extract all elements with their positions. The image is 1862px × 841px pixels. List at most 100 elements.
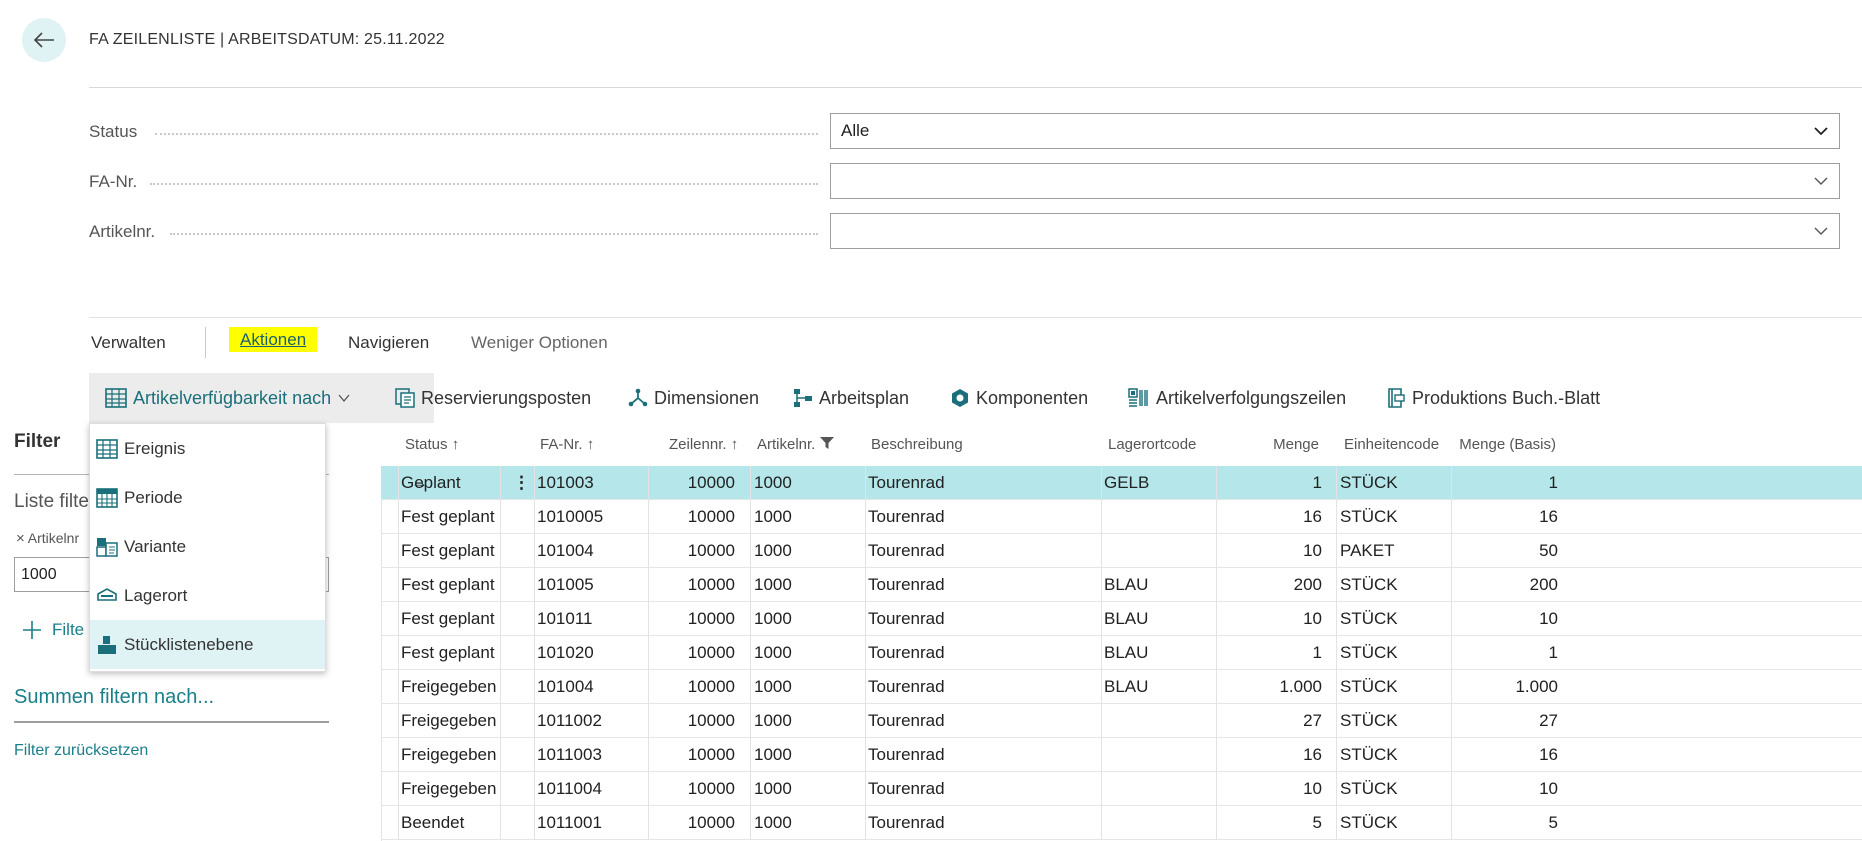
close-icon[interactable]: × <box>16 530 25 547</box>
cell-einheitencode: STÜCK <box>1340 643 1398 662</box>
column-divider <box>648 738 649 772</box>
column-divider <box>1451 704 1452 738</box>
reservierungsposten-button[interactable]: Reservierungsposten <box>395 373 591 423</box>
column-divider <box>1101 602 1102 636</box>
artikelverfuegbarkeit-label: Artikelverfügbarkeit nach <box>133 387 332 408</box>
sums-filter-link[interactable]: Summen filtern nach... <box>14 686 214 709</box>
komponenten-button[interactable]: Komponenten <box>950 373 1088 423</box>
cell-beschreibung: Tourenrad <box>868 643 945 662</box>
cell-fa-nr: 101004 <box>537 677 594 696</box>
table-row[interactable]: Freigegeben 1011003 10000 1000 Tourenrad 16 ST… <box>381 738 1862 772</box>
chevron-down-icon <box>1814 177 1828 185</box>
back-button[interactable] <box>22 18 66 62</box>
col-header-menge-basis[interactable]: Menge (Basis) <box>1430 436 1556 453</box>
column-divider <box>750 602 751 636</box>
sort-asc-icon: ↑ <box>586 436 595 453</box>
tab-aktionen[interactable]: Aktionen <box>229 327 318 352</box>
menu-item-lagerort[interactable]: Lagerort <box>90 571 325 620</box>
cell-artikelnr: 1000 <box>754 473 792 492</box>
column-divider <box>1336 670 1337 704</box>
column-divider <box>1451 534 1452 568</box>
cell-fa-nr: 101020 <box>537 643 594 662</box>
cell-zeilennr: 10000 <box>687 779 735 798</box>
cell-artikelnr: 1000 <box>754 711 792 730</box>
tab-verwalten[interactable]: Verwalten <box>91 333 166 353</box>
status-dots <box>155 133 818 135</box>
menu-item-variante[interactable]: Variante <box>90 522 325 571</box>
cell-beschreibung: Tourenrad <box>868 609 945 628</box>
table-row[interactable]: Fest geplant 101011 10000 1000 Tourenrad BLAU… <box>381 602 1862 636</box>
action-bar: Artikelverfügbarkeit nach Reservierungsp… <box>89 373 1862 423</box>
tab-weniger-optionen[interactable]: Weniger Optionen <box>471 333 608 353</box>
cell-lagerortcode: GELB <box>1104 473 1150 492</box>
column-divider <box>750 534 751 568</box>
column-divider <box>534 806 535 840</box>
menu-item-periode[interactable]: Periode <box>90 473 325 522</box>
cell-zeilennr: 10000 <box>687 541 735 560</box>
col-header-einheitencode[interactable]: Einheitencode <box>1344 436 1439 453</box>
cell-status: Fest geplant <box>401 575 495 594</box>
cell-einheitencode: STÜCK <box>1340 745 1398 764</box>
dimensionen-button[interactable]: Dimensionen <box>628 373 759 423</box>
cell-status: Fest geplant <box>401 643 495 662</box>
table-row[interactable]: Beendet 1011001 10000 1000 Tourenrad 5 STÜCK 5 <box>381 806 1862 840</box>
cell-lagerortcode <box>1104 500 1214 534</box>
menu-item-label: Ereignis <box>124 438 186 458</box>
col-header-status[interactable]: Status ↑ <box>405 436 459 453</box>
cell-zeilennr: 10000 <box>687 677 735 696</box>
menu-item-ereignis[interactable]: Ereignis <box>90 424 325 473</box>
add-filter-button[interactable]: Filte <box>22 620 84 640</box>
column-divider <box>648 500 649 534</box>
cell-einheitencode: STÜCK <box>1340 813 1398 832</box>
cell-einheitencode: STÜCK <box>1340 779 1398 798</box>
menu-item-stuecklistenebene[interactable]: Stücklistenebene <box>90 620 325 669</box>
tab-separator <box>205 327 206 358</box>
col-header-lagerortcode[interactable]: Lagerortcode <box>1108 436 1196 453</box>
cell-menge: 200 <box>1293 575 1322 594</box>
cell-menge: 1 <box>1312 643 1322 662</box>
table-row[interactable]: Fest geplant 101005 10000 1000 Tourenrad BLAU… <box>381 568 1862 602</box>
artikelverfuegbarkeit-button[interactable]: Artikelverfügbarkeit nach <box>89 373 434 423</box>
fa-nr-select[interactable] <box>830 163 1840 199</box>
col-header-label: Zeilennr. <box>669 436 727 453</box>
table-row[interactable]: Fest geplant 1010005 10000 1000 Tourenrad 16 S… <box>381 500 1862 534</box>
produktions-buchblatt-button[interactable]: Produktions Buch.-Blatt <box>1386 373 1600 423</box>
table-row[interactable]: Freigegeben 1011002 10000 1000 Tourenrad 27 ST… <box>381 704 1862 738</box>
column-divider <box>1451 466 1452 500</box>
cell-einheitencode: STÜCK <box>1340 677 1398 696</box>
column-divider <box>1451 568 1452 602</box>
column-divider <box>865 738 866 772</box>
status-value: Alle <box>841 121 870 140</box>
table-row[interactable]: Freigegeben 1011004 10000 1000 Tourenrad 10 ST… <box>381 772 1862 806</box>
col-header-zeilennr[interactable]: Zeilennr. ↑ <box>669 436 738 453</box>
bom-level-icon <box>98 635 116 654</box>
table-row[interactable]: Fest geplant 101020 10000 1000 Tourenrad BLAU… <box>381 636 1862 670</box>
artikelnr-select[interactable] <box>830 213 1840 249</box>
column-divider <box>534 670 535 704</box>
column-divider <box>865 602 866 636</box>
dimensions-icon <box>628 388 648 407</box>
column-divider <box>1336 466 1337 500</box>
table-row[interactable]: → ⋮ Geplant 101003 10000 1000 Tourenrad GELB 1 ST… <box>381 466 1862 500</box>
cell-zeilennr: 10000 <box>687 643 735 662</box>
table-row[interactable]: Fest geplant 101004 10000 1000 Tourenrad 10 PA… <box>381 534 1862 568</box>
cell-fa-nr: 1011003 <box>537 745 602 764</box>
reset-filter-link[interactable]: Filter zurücksetzen <box>14 742 148 760</box>
col-header-menge[interactable]: Menge <box>1259 436 1319 453</box>
tab-navigieren[interactable]: Navigieren <box>348 333 429 353</box>
artikelverfolgungszeilen-button[interactable]: Artikelverfolgungszeilen <box>1128 373 1346 423</box>
divider <box>89 317 1862 318</box>
table-row[interactable]: Freigegeben 101004 10000 1000 Tourenrad BLAU 1… <box>381 670 1862 704</box>
column-divider <box>398 636 399 670</box>
column-divider <box>1451 806 1452 840</box>
cell-einheitencode: PAKET <box>1340 541 1395 560</box>
column-divider <box>534 466 535 500</box>
col-header-beschreibung[interactable]: Beschreibung <box>871 436 963 453</box>
filter-chip[interactable]: × Artikelnr <box>16 530 79 547</box>
col-header-artikelnr[interactable]: Artikelnr. <box>757 436 834 453</box>
status-select[interactable]: Alle <box>830 113 1840 149</box>
col-header-fa-nr[interactable]: FA-Nr. ↑ <box>540 436 594 453</box>
arbeitsplan-button[interactable]: Arbeitsplan <box>793 373 909 423</box>
plus-icon <box>23 621 41 639</box>
column-divider <box>865 534 866 568</box>
